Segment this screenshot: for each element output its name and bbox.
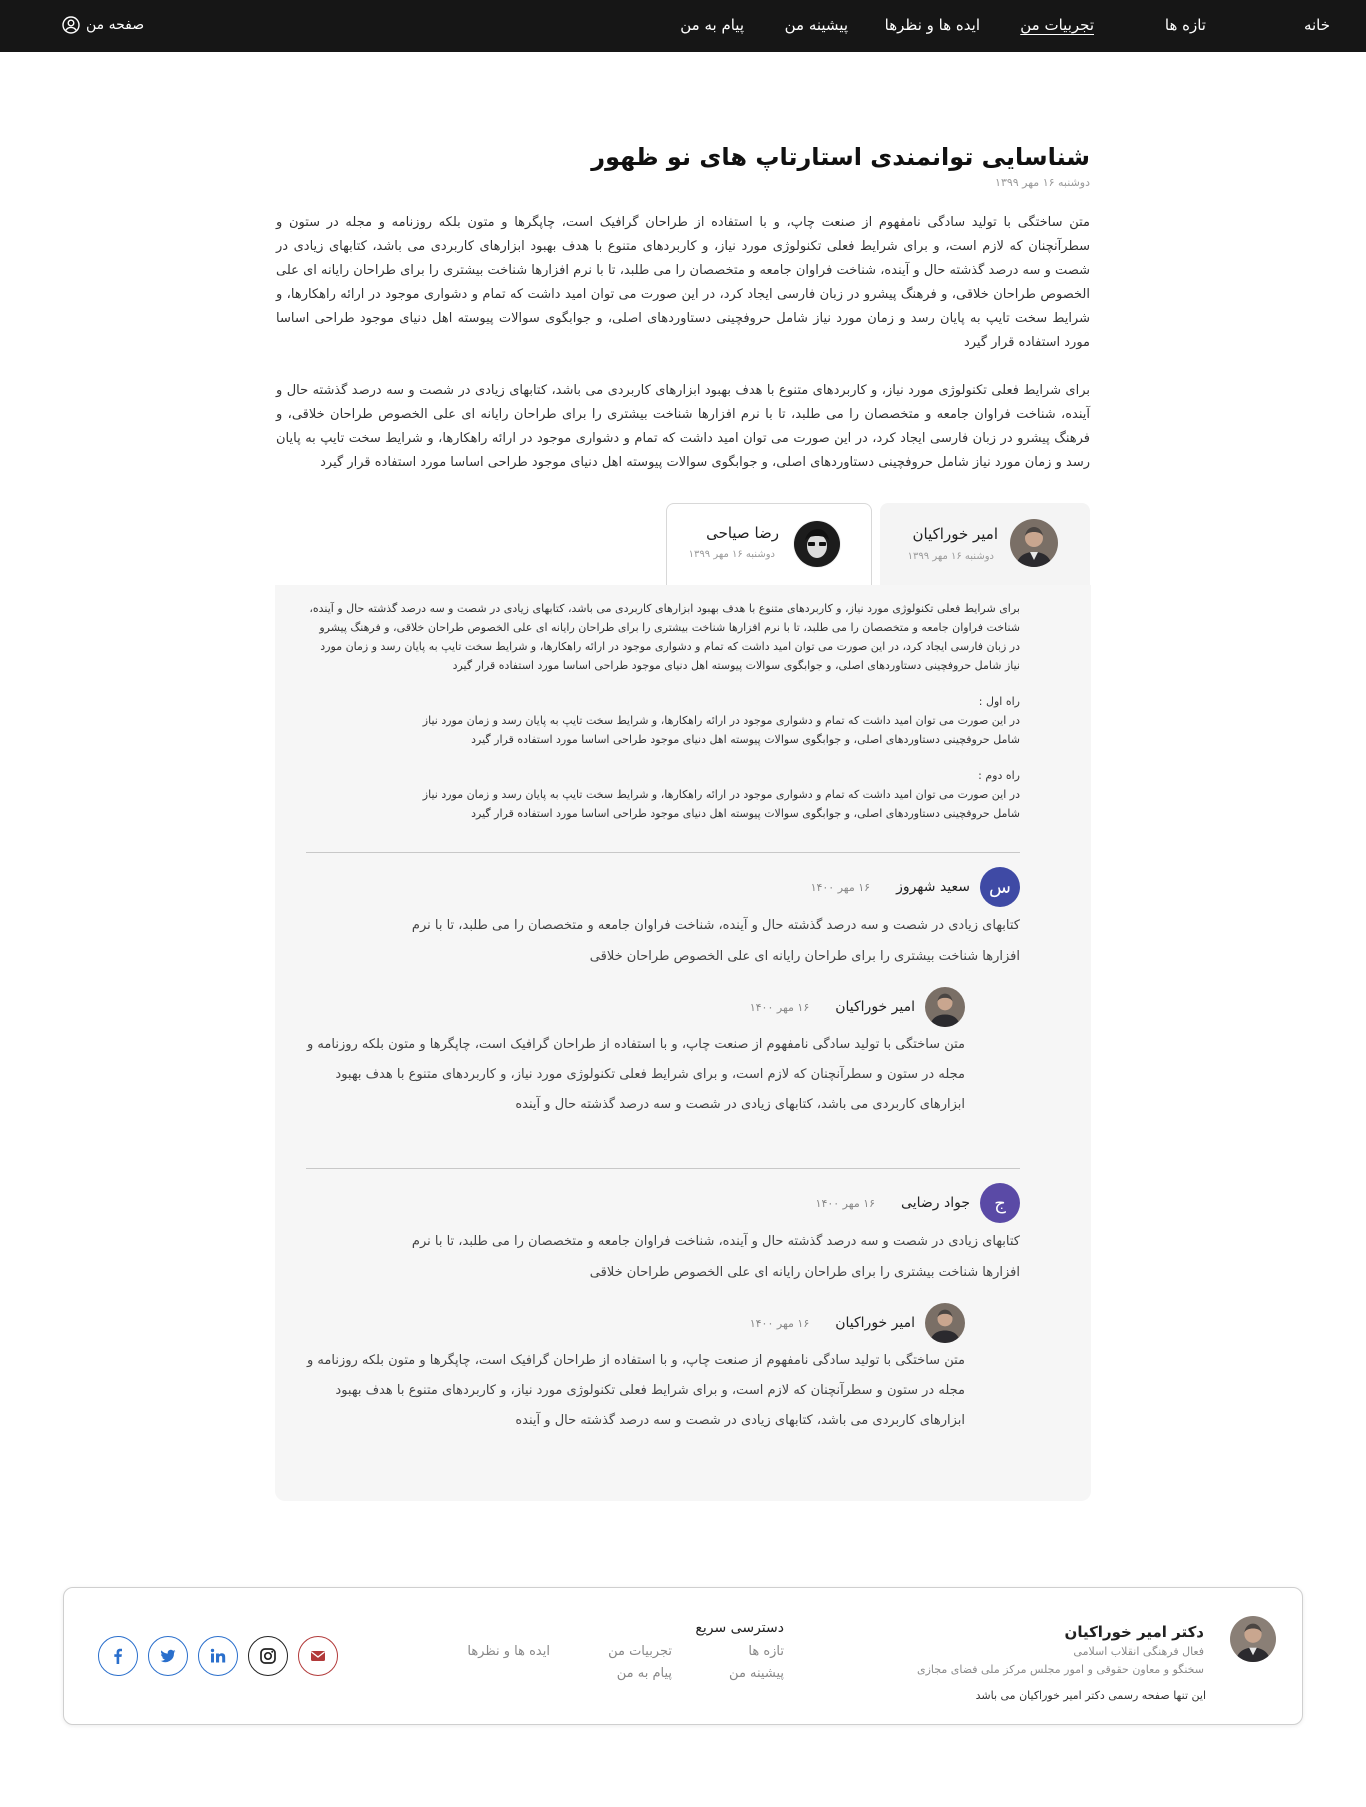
footer-link-message[interactable]: پیام به من xyxy=(617,1666,672,1681)
article: شناسایی توانمندی استارتاپ های نو ظهور دو… xyxy=(276,140,1090,475)
tab-amir-khorakian[interactable]: امیر خوراکیان دوشنبه ۱۶ مهر ۱۳۹۹ xyxy=(880,503,1090,585)
tab-author-date: دوشنبه ۱۶ مهر ۱۳۹۹ xyxy=(907,551,994,562)
avatar xyxy=(925,1303,965,1343)
footer-role-1: فعال فرهنگی انقلاب اسلامی xyxy=(1073,1645,1204,1658)
nav-link-background[interactable]: پیشینه من xyxy=(785,16,848,34)
reply: امیر خوراکیان ۱۶ مهر ۱۴۰۰ متن ساختگی با … xyxy=(305,987,965,1120)
divider xyxy=(306,1168,1020,1169)
footer-link-news[interactable]: تازه ها xyxy=(748,1644,784,1659)
footer-link-experiences[interactable]: تجربیات من xyxy=(608,1644,672,1659)
avatar xyxy=(793,520,841,568)
reply-author: امیر خوراکیان xyxy=(835,1315,915,1331)
way-2-text: در این صورت می توان امید داشت که تمام و … xyxy=(422,788,1020,820)
comment-date: ۱۶ مهر ۱۴۰۰ xyxy=(815,1196,876,1210)
comment: س سعید شهروز ۱۶ مهر ۱۴۰۰ کتابهای زیادی د… xyxy=(306,867,1020,972)
footer-note: این تنها صفحه رسمی دکتر امیر خوراکیان می… xyxy=(975,1689,1206,1702)
nav-link-ideas[interactable]: ایده ها و نظرها xyxy=(885,16,980,34)
divider xyxy=(306,852,1020,853)
comment-author: سعید شهروز xyxy=(896,879,970,895)
tab-author-date: دوشنبه ۱۶ مهر ۱۳۹۹ xyxy=(688,549,775,560)
nav-links: خانه تازه ها تجربیات من ایده ها و نظرها … xyxy=(0,0,1366,52)
comment-text: کتابهای زیادی در شصت و سه درصد گذشته حال… xyxy=(411,1234,1020,1280)
article-paragraph-2: برای شرایط فعلی تکنولوژی مورد نیاز، و کا… xyxy=(276,383,1090,470)
linkedin-icon[interactable] xyxy=(198,1636,238,1676)
avatar: س xyxy=(980,867,1020,907)
reply-header: امیر خوراکیان ۱۶ مهر ۱۴۰۰ xyxy=(305,1303,965,1343)
comment-text: کتابهای زیادی در شصت و سه درصد گذشته حال… xyxy=(411,918,1020,964)
reply: امیر خوراکیان ۱۶ مهر ۱۴۰۰ متن ساختگی با … xyxy=(305,1303,965,1436)
avatar xyxy=(925,987,965,1027)
footer-link-background[interactable]: پیشینه من xyxy=(729,1666,784,1681)
avatar xyxy=(1230,1616,1276,1662)
panel-body: برای شرایط فعلی تکنولوژی مورد نیاز، و کا… xyxy=(306,599,1020,840)
comment-author: جواد رضایی xyxy=(901,1195,970,1211)
footer-name: دکتر امیر خوراکیان xyxy=(1064,1623,1204,1641)
facebook-icon[interactable] xyxy=(98,1636,138,1676)
tab-author-name: امیر خوراکیان xyxy=(912,525,998,543)
reply-text: متن ساختگی با تولید سادگی نامفهوم از صنع… xyxy=(307,1353,965,1428)
twitter-icon[interactable] xyxy=(148,1636,188,1676)
comment: ج جواد رضایی ۱۶ مهر ۱۴۰۰ کتابهای زیادی د… xyxy=(306,1183,1020,1288)
way-1-label: راه اول : xyxy=(978,695,1020,708)
my-page-label: صفحه من xyxy=(86,17,145,33)
reply-header: امیر خوراکیان ۱۶ مهر ۱۴۰۰ xyxy=(305,987,965,1027)
panel-intro: برای شرایط فعلی تکنولوژی مورد نیاز، و کا… xyxy=(309,602,1020,672)
comment-header: ج جواد رضایی ۱۶ مهر ۱۴۰۰ xyxy=(306,1183,1020,1223)
experience-panel: برای شرایط فعلی تکنولوژی مورد نیاز، و کا… xyxy=(275,585,1091,1501)
nav-link-home[interactable]: خانه xyxy=(1304,16,1330,34)
footer-role-2: سخنگو و معاون حقوقی و امور مجلس مرکز ملی… xyxy=(917,1663,1204,1676)
mail-icon[interactable] xyxy=(298,1636,338,1676)
comment-header: س سعید شهروز ۱۶ مهر ۱۴۰۰ xyxy=(306,867,1020,907)
footer-link-ideas[interactable]: ایده ها و نظرها xyxy=(467,1644,550,1659)
my-page-link[interactable]: صفحه من xyxy=(62,16,144,34)
quick-access-title: دسترسی سریع xyxy=(695,1620,784,1636)
avatar: ج xyxy=(980,1183,1020,1223)
reply-date: ۱۶ مهر ۱۴۰۰ xyxy=(749,1000,810,1014)
way-2: راه دوم : در این صورت می توان امید داشت … xyxy=(306,766,1020,823)
author-tabs: امیر خوراکیان دوشنبه ۱۶ مهر ۱۳۹۹ رضا صیا… xyxy=(276,503,1090,585)
nav-link-experiences[interactable]: تجربیات من xyxy=(1020,16,1094,34)
tab-author-name: رضا صیاحی xyxy=(706,524,779,542)
nav-link-message[interactable]: پیام به من xyxy=(680,16,744,34)
article-date: دوشنبه ۱۶ مهر ۱۳۹۹ xyxy=(995,176,1090,189)
reply-author: امیر خوراکیان xyxy=(835,999,915,1015)
reply-text: متن ساختگی با تولید سادگی نامفهوم از صنع… xyxy=(307,1037,965,1112)
reply-date: ۱۶ مهر ۱۴۰۰ xyxy=(749,1316,810,1330)
avatar xyxy=(1010,519,1058,567)
tab-reza-sayahi[interactable]: رضا صیاحی دوشنبه ۱۶ مهر ۱۳۹۹ xyxy=(666,503,872,585)
way-1-text: در این صورت می توان امید داشت که تمام و … xyxy=(422,714,1020,746)
user-circle-icon xyxy=(62,16,80,34)
social-links xyxy=(98,1636,338,1676)
top-navbar: خانه تازه ها تجربیات من ایده ها و نظرها … xyxy=(0,0,1366,52)
footer: دکتر امیر خوراکیان فعال فرهنگی انقلاب اس… xyxy=(63,1587,1303,1725)
instagram-icon[interactable] xyxy=(248,1636,288,1676)
way-1: راه اول : در این صورت می توان امید داشت … xyxy=(306,692,1020,749)
article-title: شناسایی توانمندی استارتاپ های نو ظهور xyxy=(591,143,1090,171)
article-paragraph-1: متن ساختگی با تولید سادگی نامفهوم از صنع… xyxy=(276,215,1090,350)
nav-link-news[interactable]: تازه ها xyxy=(1165,16,1206,34)
comment-date: ۱۶ مهر ۱۴۰۰ xyxy=(810,880,871,894)
way-2-label: راه دوم : xyxy=(978,769,1020,782)
